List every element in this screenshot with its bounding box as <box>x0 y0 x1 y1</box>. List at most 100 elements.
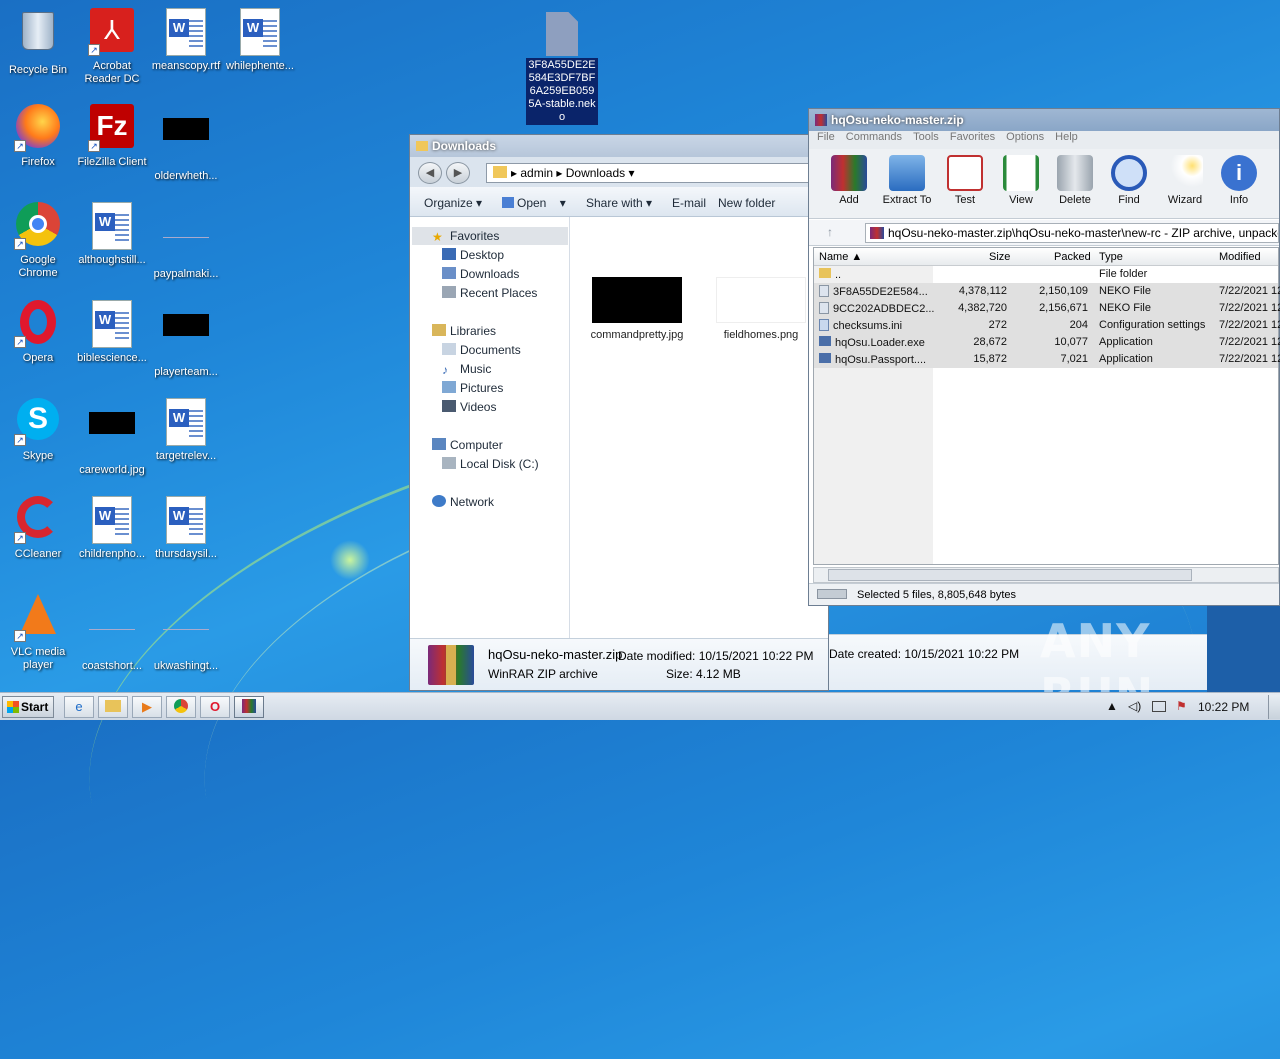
ie-taskbar-icon[interactable]: e <box>64 696 94 718</box>
scrollbar-thumb[interactable] <box>828 569 1192 581</box>
test-button[interactable]: Test <box>937 155 993 206</box>
explorer-titlebar[interactable]: Downloads <box>410 135 828 157</box>
file-item-commandpretty[interactable]: commandpretty.jpg <box>589 277 685 341</box>
nav-libraries[interactable]: Libraries <box>432 324 496 338</box>
breadcrumb-admin[interactable]: admin <box>520 166 553 180</box>
info-button[interactable]: i Info <box>1211 155 1267 206</box>
desktop-icon-coastshort[interactable]: coastshort... <box>74 594 150 673</box>
nav-pictures[interactable]: Pictures <box>442 381 503 395</box>
nav-documents[interactable]: Documents <box>442 343 521 357</box>
breadcrumb-downloads[interactable]: Downloads <box>566 166 625 180</box>
add-button[interactable]: Add <box>821 155 877 206</box>
desktop-icon-whilephente[interactable]: W whilephente... <box>222 8 298 73</box>
desktop-icon-paypalmaki[interactable]: paypalmaki... <box>148 202 224 281</box>
menu-help[interactable]: Help <box>1055 131 1078 143</box>
organize-button[interactable]: Organize ▾ <box>424 196 482 210</box>
menu-file[interactable]: File <box>817 131 835 143</box>
table-row[interactable]: hqOsu.Loader.exe 28,672 10,077 Applicati… <box>814 334 1280 351</box>
menu-commands[interactable]: Commands <box>846 131 902 143</box>
desktop-icon-recycle-bin[interactable]: Recycle Bin <box>0 8 76 77</box>
desktop-icon-biblescience[interactable]: W biblescience... <box>74 300 150 365</box>
clock[interactable]: 10:22 PM <box>1198 700 1249 714</box>
share-with-button[interactable]: Share with ▾ <box>586 196 652 210</box>
desktop-icon-ukwashingt[interactable]: ukwashingt... <box>148 594 224 673</box>
nav-music[interactable]: ♪ Music <box>442 362 491 377</box>
column-type[interactable]: Type <box>1099 251 1123 263</box>
volume-icon[interactable]: ◁) <box>1128 699 1141 713</box>
desktop-icon-skype[interactable]: S ↗ Skype <box>0 398 76 463</box>
test-icon <box>947 155 983 191</box>
desktop-icon-opera[interactable]: ↗ Opera <box>0 300 76 365</box>
recycle-bin-icon <box>14 12 62 60</box>
winrar-window[interactable]: hqOsu-neko-master.zip File Commands Tool… <box>808 108 1280 606</box>
winrar-titlebar[interactable]: hqOsu-neko-master.zip <box>809 109 1279 131</box>
table-row[interactable]: .. File folder <box>814 266 1278 283</box>
horizontal-scrollbar[interactable] <box>813 567 1279 583</box>
word-document-icon: W <box>88 202 136 250</box>
column-name[interactable]: Name ▲ <box>819 251 862 263</box>
explorer-window[interactable]: Downloads ◀ ▶ ▸ admin ▸ Downloads ▾ Orga… <box>409 134 829 691</box>
menu-options[interactable]: Options <box>1006 131 1044 143</box>
file-item-fieldhomes[interactable]: fieldhomes.png <box>711 277 811 341</box>
desktop-icon-chrome[interactable]: ↗ Google Chrome <box>0 202 76 280</box>
winrar-taskbar-icon[interactable] <box>234 696 264 718</box>
desktop-icon-playerteam[interactable]: playerteam... <box>148 300 224 379</box>
network-tray-icon[interactable] <box>1152 701 1166 712</box>
opera-taskbar-icon[interactable]: O <box>200 696 230 718</box>
start-button[interactable]: Start <box>2 696 54 718</box>
table-row[interactable]: 3F8A55DE2E584... 4,378,112 2,150,109 NEK… <box>814 283 1280 300</box>
desktop-icon-acrobat[interactable]: ⅄ ↗ Acrobat Reader DC <box>74 8 150 86</box>
explorer-taskbar-icon[interactable] <box>98 696 128 718</box>
nav-desktop[interactable]: Desktop <box>442 248 504 262</box>
media-player-taskbar-icon[interactable]: ▶ <box>132 696 162 718</box>
nav-videos[interactable]: Videos <box>442 400 496 414</box>
find-button[interactable]: Find <box>1101 155 1157 206</box>
column-modified[interactable]: Modified <box>1219 251 1261 263</box>
desktop-icon-childrenpho[interactable]: W childrenpho... <box>74 496 150 561</box>
show-desktop-button[interactable] <box>1268 695 1280 719</box>
desktop-icon-meanscopy[interactable]: W meanscopy.rtf <box>148 8 224 73</box>
desktop-icon-olderwheth[interactable]: olderwheth... <box>148 104 224 183</box>
new-folder-button[interactable]: New folder <box>718 196 775 210</box>
forward-button[interactable]: ▶ <box>446 162 470 184</box>
desktop-icon-targetrelev[interactable]: W targetrelev... <box>148 398 224 463</box>
desktop-icon-vlc[interactable]: ↗ VLC media player <box>0 594 76 672</box>
tray-expand-icon[interactable]: ▲ <box>1106 699 1118 713</box>
desktop-icon-ccleaner[interactable]: ↗ CCleaner <box>0 496 76 561</box>
open-button[interactable]: Open ▾ <box>502 196 566 210</box>
archive-path-field[interactable]: hqOsu-neko-master.zip\hqOsu-neko-master\… <box>865 223 1279 243</box>
extract-to-button[interactable]: Extract To <box>879 155 935 206</box>
delete-button[interactable]: Delete <box>1047 155 1103 206</box>
address-bar[interactable]: ▸ admin ▸ Downloads ▾ <box>486 163 824 183</box>
image-thumbnail-icon <box>162 314 210 362</box>
desktop-icon-neko-file[interactable]: 3F8A55DE2E584E3DF7BF6A259EB0595A-stable.… <box>524 12 600 125</box>
extract-icon <box>889 155 925 191</box>
nav-network[interactable]: Network <box>432 495 494 509</box>
menu-tools[interactable]: Tools <box>913 131 939 143</box>
nav-favorites[interactable]: ★ Favorites <box>432 229 499 244</box>
up-arrow-icon[interactable]: ↑ <box>827 225 833 239</box>
desktop-icon-althoughstill[interactable]: W althoughstill... <box>74 202 150 267</box>
desktop-icon-firefox[interactable]: ↗ Firefox <box>0 104 76 169</box>
desktop-icon-careworld[interactable]: careworld.jpg <box>74 398 150 477</box>
nav-downloads[interactable]: Downloads <box>442 267 519 281</box>
wizard-button[interactable]: Wizard <box>1157 155 1213 206</box>
email-button[interactable]: E-mail <box>672 196 706 210</box>
menu-favorites[interactable]: Favorites <box>950 131 995 143</box>
desktop-icon-thursdaysil[interactable]: W thursdaysil... <box>148 496 224 561</box>
desktop-icon-filezilla[interactable]: Fz ↗ FileZilla Client <box>74 104 150 169</box>
nav-recent-places[interactable]: Recent Places <box>442 286 537 300</box>
nav-local-disk[interactable]: Local Disk (C:) <box>442 457 539 471</box>
back-button[interactable]: ◀ <box>418 162 442 184</box>
column-packed[interactable]: Packed <box>1054 251 1091 263</box>
trash-icon <box>1057 155 1093 191</box>
column-size[interactable]: Size <box>989 251 1010 263</box>
nav-computer[interactable]: Computer <box>432 438 503 452</box>
table-row[interactable]: hqOsu.Passport.... 15,872 7,021 Applicat… <box>814 351 1280 368</box>
table-row[interactable]: 9CC202ADBDEC2... 4,382,720 2,156,671 NEK… <box>814 300 1280 317</box>
chrome-taskbar-icon[interactable] <box>166 696 196 718</box>
table-row[interactable]: checksums.ini 272 204 Configuration sett… <box>814 317 1280 334</box>
file-list: commandpretty.jpg fieldhomes.png <box>571 217 828 638</box>
view-button[interactable]: View <box>993 155 1049 206</box>
action-center-icon[interactable]: ⚑ <box>1176 699 1187 713</box>
